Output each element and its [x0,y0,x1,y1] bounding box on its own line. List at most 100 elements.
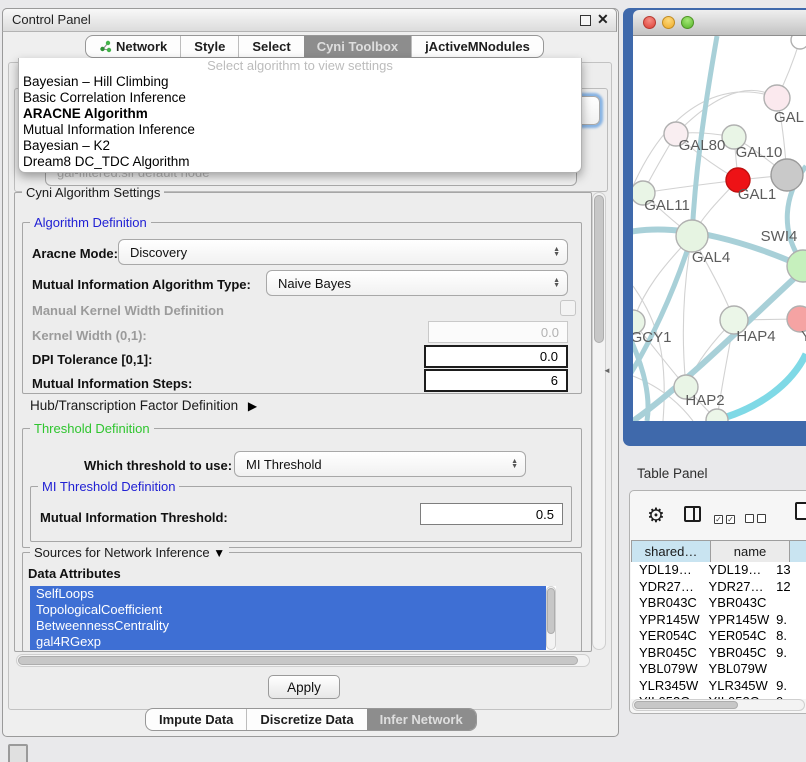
table-row[interactable]: YER054CYER054C8. [631,628,806,645]
table-row[interactable]: YPR145WYPR145W9. [631,612,806,629]
list-item[interactable]: SelfLoops [30,586,546,602]
aracne-mode-value: Discovery [130,245,187,260]
corner-widget-icon[interactable] [8,744,28,762]
table-row[interactable]: YBR043CYBR043C [631,595,806,612]
hub-expander[interactable]: Hub/Transcription Factor Definition ▶ [30,398,257,413]
node-label: GAL10 [736,144,783,161]
mac-minimize-button[interactable] [662,16,675,29]
close-icon[interactable]: ✕ [597,11,609,28]
dpi-tolerance-label: DPI Tolerance [0,1]: [32,352,152,367]
node[interactable] [706,409,728,421]
table-row[interactable]: YBL079WYBL079W [631,661,806,678]
dropdown-item[interactable]: Mutual Information Inference [19,122,581,138]
apply-button[interactable]: Apply [268,675,340,699]
stepper-arrows-icon: ▲▼ [553,278,560,288]
tab-impute-data[interactable]: Impute Data [146,709,246,730]
dropdown-item[interactable]: Basic Correlation Inference [19,90,581,106]
kernel-width-label: Kernel Width (0,1): [32,328,147,343]
list-item[interactable]: TopologicalCoefficient [30,602,546,618]
node-label: GAL11 [644,197,690,214]
dropdown-prompt: Select algorithm to view settings [19,58,581,74]
tab-network-label: Network [116,36,167,57]
cyni-settings-title: Cyni Algorithm Settings [22,186,164,199]
node-table-header: shared… name A [631,540,806,563]
document-icon[interactable] [795,502,806,520]
stepper-arrows-icon: ▲▼ [553,247,560,257]
mac-zoom-button[interactable] [681,16,694,29]
table-row[interactable]: YLR345WYLR345W9. [631,678,806,695]
node-label: Y [801,328,806,345]
node-swi4[interactable] [787,250,806,282]
mi-algorithm-type-value: Naive Bayes [278,276,351,291]
tab-network[interactable]: Network [86,36,180,57]
mi-threshold-field[interactable]: 0.5 [420,503,563,525]
kernel-width-field[interactable]: 0.0 [428,321,568,343]
node[interactable] [791,36,806,49]
settings-hscrollbar-thumb[interactable] [18,656,578,665]
mi-steps-field[interactable]: 6 [424,369,568,392]
mi-steps-label: Mutual Information Steps: [32,376,192,391]
mi-threshold-label: Mutual Information Threshold: [40,510,228,525]
control-panel-titlebar[interactable] [2,8,617,32]
threshold-definition-title: Threshold Definition [30,422,154,435]
column-header-shared[interactable]: shared… [632,541,711,563]
expander-down-arrow-icon: ▼ [213,546,225,560]
checked-boxes-icon[interactable]: ✓✓ [714,510,738,525]
dropdown-item[interactable]: Dream8 DC_TDC Algorithm [19,154,581,170]
dropdown-item[interactable]: Bayesian – Hill Climbing [19,74,581,90]
table-row[interactable]: YDR27…YDR27…12 [631,579,806,596]
settings-vscrollbar-thumb[interactable] [594,195,604,343]
stepper-arrows-icon: ▲▼ [511,459,518,469]
aracne-mode-label: Aracne Mode: [32,246,118,261]
unchecked-boxes-icon[interactable] [745,511,769,526]
tab-jactivemnodules[interactable]: jActiveMNodules [411,36,543,57]
table-hscrollbar-thumb[interactable] [634,701,738,709]
mac-close-button[interactable] [643,16,656,29]
dropdown-item[interactable]: Bayesian – K2 [19,138,581,154]
float-window-icon[interactable] [580,15,591,26]
list-item[interactable]: gal4RGexp [30,634,546,650]
attributes-vscrollbar-thumb[interactable] [547,588,555,634]
hub-expander-label: Hub/Transcription Factor Definition [30,398,238,413]
dpi-tolerance-field[interactable]: 0.0 [424,345,568,368]
tab-discretize-data[interactable]: Discretize Data [246,709,366,730]
node-label: GCY1 [633,329,671,346]
node-label: HAP2 [685,392,724,409]
tab-select[interactable]: Select [238,36,303,57]
network-canvas[interactable]: GAL GAL80 GAL10 GAL1 GAL11 GAL4 SWI4 GCY… [633,36,806,421]
column-header-a[interactable]: A [790,541,806,563]
which-threshold-value: MI Threshold [246,457,322,472]
dropdown-item-selected[interactable]: ARACNE Algorithm [19,106,581,122]
mi-algorithm-type-combo[interactable]: Naive Bayes ▲▼ [266,270,568,296]
network-window-titlebar[interactable] [633,10,806,36]
node-label: GAL [774,109,804,126]
table-row[interactable]: YBR045CYBR045C9. [631,645,806,662]
tab-infer-network[interactable]: Infer Network [367,709,476,730]
node-gal[interactable] [764,85,790,111]
table-row[interactable]: YDL19…YDL19…13 [631,562,806,579]
node-label: GAL80 [679,137,726,154]
algorithm-dropdown-popup: Select algorithm to view settings Bayesi… [18,58,582,173]
mi-threshold-group-title: MI Threshold Definition [38,480,179,493]
bottom-tabbar: Impute Data Discretize Data Infer Networ… [145,708,477,731]
tab-style[interactable]: Style [180,36,238,57]
node-gal4[interactable] [676,220,708,252]
tab-cyni-toolbox[interactable]: Cyni Toolbox [304,36,411,57]
manual-kernel-checkbox[interactable] [560,300,576,316]
data-attributes-list: SelfLoops TopologicalCoefficient Between… [30,586,556,650]
columns-icon[interactable] [684,506,701,522]
column-header-name[interactable]: name [711,541,790,563]
network-icon [99,40,112,53]
manual-kernel-label: Manual Kernel Width Definition [32,303,224,318]
sources-expander[interactable]: Sources for Network Inference ▼ [30,546,229,560]
node-label: SWI4 [761,228,798,245]
aracne-mode-combo[interactable]: Discovery ▲▼ [118,239,568,265]
which-threshold-label: Which threshold to use: [84,458,232,473]
list-item[interactable]: BetweennessCentrality [30,618,546,634]
gear-icon[interactable]: ⚙ [647,503,665,528]
highlighted-edge [713,354,806,421]
which-threshold-combo[interactable]: MI Threshold ▲▼ [234,451,526,477]
table-panel-title: Table Panel [637,466,708,481]
splitter-grip-icon[interactable]: ◄ [603,366,611,375]
node-table-rows: YDL19…YDL19…13 YDR27…YDR27…12 YBR043CYBR… [631,562,806,699]
